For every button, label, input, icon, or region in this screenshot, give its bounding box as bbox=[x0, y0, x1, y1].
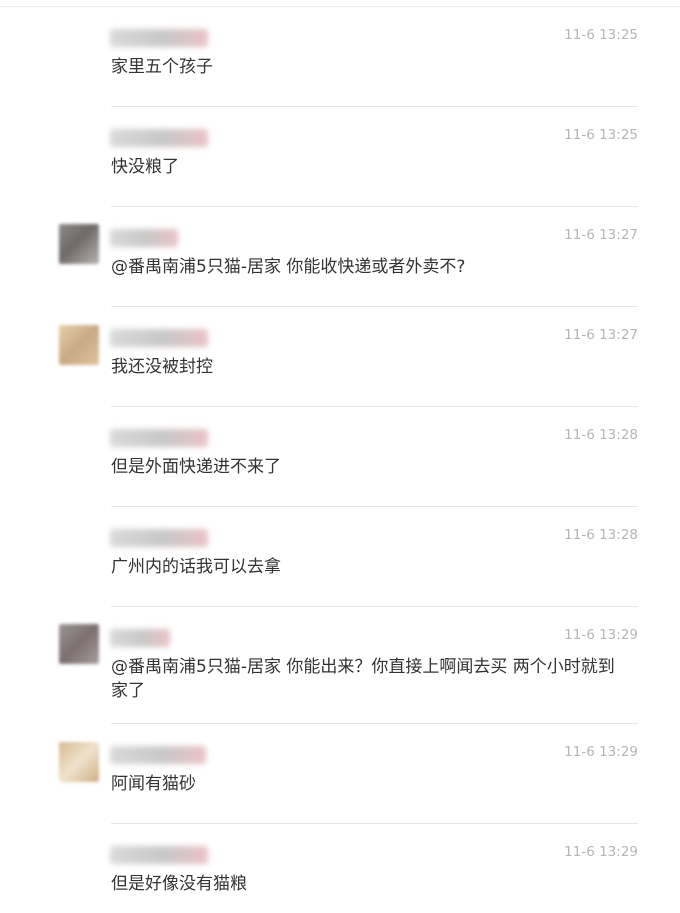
comment-list: 11-6 13:25 家里五个孩子 11-6 13:25 快没粮了 11-6 1… bbox=[0, 7, 680, 913]
comment-text: 家里五个孩子 bbox=[111, 57, 213, 77]
comment-time: 11-6 13:29 bbox=[564, 844, 638, 860]
comment-text: @番禺南浦5只猫-居家 你能出来？你直接上啊闻去买 两个小时就到家了 bbox=[111, 657, 615, 701]
comment-text: 但是外面快递进不来了 bbox=[111, 457, 281, 477]
comment-item: 11-6 13:25 快没粮了 bbox=[0, 107, 680, 207]
avatar[interactable] bbox=[59, 624, 99, 664]
username-blurred[interactable] bbox=[110, 329, 208, 347]
username-blurred[interactable] bbox=[110, 229, 178, 247]
comment-time: 11-6 13:25 bbox=[564, 27, 638, 43]
username-blurred[interactable] bbox=[110, 429, 208, 447]
comment-text: 阿闻有猫砂 bbox=[111, 774, 196, 794]
comment-item: 11-6 13:28 但是外面快递进不来了 bbox=[0, 407, 680, 507]
comment-item: 11-6 13:28 广州内的话我可以去拿 bbox=[0, 507, 680, 607]
username-blurred[interactable] bbox=[110, 29, 208, 47]
comment-text: @番禺南浦5只猫-居家 你能收快递或者外卖不? bbox=[111, 257, 466, 277]
username-blurred[interactable] bbox=[110, 129, 208, 147]
comment-time: 11-6 13:27 bbox=[564, 327, 638, 343]
comment-time: 11-6 13:29 bbox=[564, 744, 638, 760]
comment-item: 11-6 13:29 但是好像没有猫粮 bbox=[0, 824, 680, 913]
comment-item: 11-6 13:29 @番禺南浦5只猫-居家 你能出来？你直接上啊闻去买 两个小… bbox=[0, 607, 680, 724]
comment-time: 11-6 13:29 bbox=[564, 627, 638, 643]
comment-text: 快没粮了 bbox=[111, 157, 179, 177]
avatar[interactable] bbox=[59, 325, 99, 365]
comment-time: 11-6 13:28 bbox=[564, 427, 638, 443]
comment-time: 11-6 13:25 bbox=[564, 127, 638, 143]
comment-item: 11-6 13:29 阿闻有猫砂 bbox=[0, 724, 680, 824]
comment-text: 广州内的话我可以去拿 bbox=[111, 557, 281, 577]
username-blurred[interactable] bbox=[110, 629, 170, 647]
username-blurred[interactable] bbox=[110, 529, 208, 547]
username-blurred[interactable] bbox=[110, 746, 206, 764]
comment-time: 11-6 13:27 bbox=[564, 227, 638, 243]
comment-item: 11-6 13:25 家里五个孩子 bbox=[0, 7, 680, 107]
username-blurred[interactable] bbox=[110, 846, 208, 864]
avatar[interactable] bbox=[59, 742, 99, 782]
comment-time: 11-6 13:28 bbox=[564, 527, 638, 543]
comment-text: 但是好像没有猫粮 bbox=[111, 874, 247, 894]
comment-item: 11-6 13:27 @番禺南浦5只猫-居家 你能收快递或者外卖不? bbox=[0, 207, 680, 307]
comment-text: 我还没被封控 bbox=[111, 357, 213, 377]
avatar[interactable] bbox=[59, 224, 99, 264]
comment-item: 11-6 13:27 我还没被封控 bbox=[0, 307, 680, 407]
